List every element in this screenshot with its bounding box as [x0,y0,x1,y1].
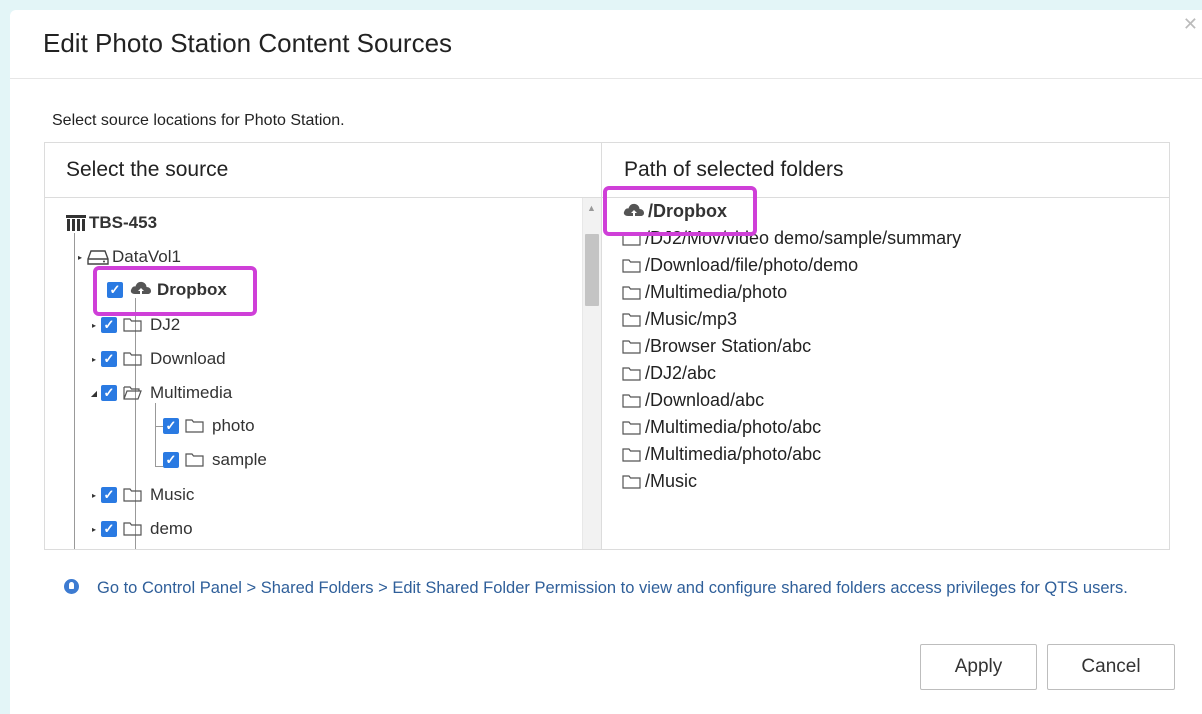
expand-arrow-icon[interactable]: ▸ [89,491,99,500]
drive-icon [87,249,109,265]
tree-item-sample[interactable]: ✓ sample [163,450,267,470]
folder-icon [622,285,641,300]
folder-icon [185,419,204,433]
folder-icon [123,488,142,502]
info-text: Go to Control Panel > Shared Folders > E… [97,579,1128,597]
folder-tree: TBS-453 ▸ DataVol1 ✓ Dropbox ▸ ✓ DJ2 ▸ ✓… [45,198,583,549]
tree-item-label: Music [150,485,195,504]
tree-item-label: Download [150,349,226,368]
path-item: /Multimedia/photo/abc [622,444,821,465]
checkbox[interactable]: ✓ [101,521,117,537]
folder-icon [123,318,142,332]
tree-item-label: sample [212,450,267,469]
path-label: /Multimedia/photo/abc [645,417,822,437]
source-tree-header: Select the source [45,143,601,198]
tree-line [74,233,75,549]
tree-line [155,426,163,427]
folder-icon [622,420,641,435]
expand-arrow-icon[interactable]: ▸ [89,525,99,534]
tree-root-label: TBS-453 [89,213,158,232]
server-icon [65,214,87,232]
folder-icon [622,312,641,327]
source-tree-title: Select the source [66,158,229,181]
selected-paths-title: Path of selected folders [624,158,844,181]
tree-item-music[interactable]: ▸ ✓ Music [89,485,194,505]
expand-arrow-icon[interactable]: ▸ [75,253,85,262]
path-item: /Browser Station/abc [622,336,811,357]
folder-icon [622,447,641,462]
path-item: /Multimedia/photo [622,282,787,303]
dialog-title-bar: Edit Photo Station Content Sources ✕ [10,10,1202,79]
checkbox[interactable]: ✓ [101,487,117,503]
scroll-thumb[interactable] [585,234,599,306]
path-item: /DJ2/abc [622,363,716,384]
collapse-arrow-icon[interactable]: ◢ [89,389,99,398]
tree-item-multimedia[interactable]: ◢ ✓ Multimedia [89,383,232,403]
source-tree-panel: Select the source TBS-453 ▸ DataVol1 ✓ D… [45,143,602,549]
checkbox[interactable]: ✓ [163,418,179,434]
path-label: /Download/abc [645,390,765,410]
tree-item-download[interactable]: ▸ ✓ Download [89,349,226,369]
folder-icon [622,339,641,354]
path-label: /Multimedia/photo [645,282,788,302]
dialog-title: Edit Photo Station Content Sources [43,28,453,58]
folder-icon [185,453,204,467]
path-label: /Music [645,471,698,491]
path-label: /Music/mp3 [645,309,738,329]
tree-root[interactable]: TBS-453 [65,213,157,233]
info-icon [64,579,79,594]
tree-scrollbar[interactable]: ▲ [582,198,601,549]
dialog: Edit Photo Station Content Sources ✕ Sel… [10,10,1202,714]
tree-item-label: Multimedia [150,383,233,402]
tree-item-demo[interactable]: ▸ ✓ demo [89,519,193,539]
path-item: /Download/abc [622,390,764,411]
path-label: /Download/file/photo/demo [645,255,859,275]
tree-item-dj2[interactable]: ▸ ✓ DJ2 [89,315,180,335]
path-item: /Multimedia/photo/abc [622,417,821,438]
info-note: Go to Control Panel > Shared Folders > E… [64,576,1164,601]
checkbox[interactable]: ✓ [101,317,117,333]
dialog-subtitle: Select source locations for Photo Statio… [52,112,345,129]
tree-item-label: photo [212,416,255,435]
tree-volume-label: DataVol1 [112,247,181,266]
folder-icon [622,366,641,381]
tree-line [155,466,163,467]
path-item: /Music/mp3 [622,309,737,330]
scroll-up-icon[interactable]: ▲ [587,203,596,213]
path-item: /Music [622,471,697,492]
checkbox[interactable]: ✓ [163,452,179,468]
folder-icon [622,474,641,489]
cancel-button[interactable]: Cancel [1047,644,1175,690]
folder-icon [622,393,641,408]
folder-open-icon [123,386,142,400]
folder-icon [622,258,641,273]
path-item: /Download/file/photo/demo [622,255,858,276]
close-icon[interactable]: ✕ [1183,14,1198,35]
path-label: /Multimedia/photo/abc [645,444,822,464]
expand-arrow-icon[interactable]: ▸ [89,355,99,364]
tree-line [155,403,156,466]
checkbox[interactable]: ✓ [101,385,117,401]
tree-item-label: demo [150,519,193,538]
checkbox[interactable]: ✓ [101,351,117,367]
source-panel: Select the source TBS-453 ▸ DataVol1 ✓ D… [44,142,1170,550]
tree-volume[interactable]: ▸ DataVol1 [75,247,181,267]
folder-icon [123,522,142,536]
path-label: /DJ2/abc [645,363,717,383]
highlight-box [603,186,757,236]
tree-line [135,298,136,549]
folder-icon [123,352,142,366]
tree-item-photo[interactable]: ✓ photo [163,416,255,436]
path-label: /Browser Station/abc [645,336,812,356]
highlight-box [93,266,257,316]
apply-button[interactable]: Apply [920,644,1037,690]
expand-arrow-icon[interactable]: ▸ [89,321,99,330]
tree-item-label: DJ2 [150,315,181,334]
selected-paths-panel: Path of selected folders /Dropbox /DJ2/M… [602,143,1169,549]
